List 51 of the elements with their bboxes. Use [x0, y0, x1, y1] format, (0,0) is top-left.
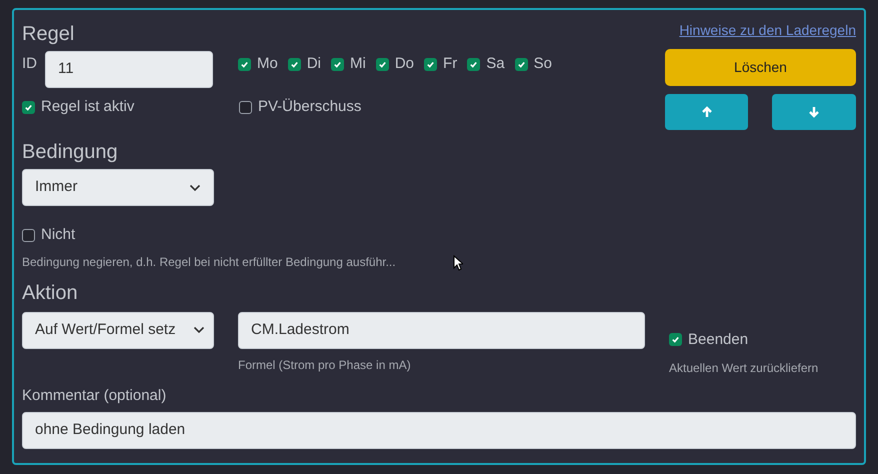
hint-text: Formel (Strom pro Phase in mA) — [238, 356, 412, 374]
checkbox-label: Nicht — [41, 225, 76, 245]
id-field[interactable]: 11 — [45, 51, 213, 88]
checkbox-label: Fr — [443, 54, 458, 74]
section-title: Aktion — [22, 280, 79, 306]
section-title: Regel — [22, 22, 76, 47]
checkmark-icon — [24, 102, 33, 112]
checkbox[interactable] — [669, 333, 682, 346]
condition-select[interactable]: Immer — [22, 169, 214, 206]
checkmark-icon — [333, 60, 342, 69]
section-title: Bedingung — [22, 140, 119, 165]
hint-text: Bedingung negieren, d.h. Regel bei nicht erfüllter Bedingung ausführ... — [22, 254, 396, 270]
checkbox-label: Mo — [257, 54, 278, 74]
arrow-up-icon — [700, 106, 712, 118]
checkbox[interactable] — [467, 58, 480, 71]
chevron-icon — [189, 184, 201, 192]
checkbox-label: Regel ist aktiv — [41, 97, 134, 117]
checkbox[interactable] — [376, 58, 389, 71]
checkbox-label: Do — [394, 54, 414, 74]
arrow-down-icon — [808, 106, 820, 118]
checkbox[interactable] — [238, 58, 251, 71]
checkmark-icon — [378, 60, 387, 69]
checkbox-label: Di — [306, 54, 322, 74]
hint-text: Aktuellen Wert zurückliefern — [669, 360, 818, 377]
formula-field[interactable]: CM.Ladestrom — [238, 312, 645, 348]
chevron-icon — [193, 326, 205, 334]
checkmark-icon — [671, 335, 680, 344]
comment-field[interactable]: ohne Bedingung laden — [22, 412, 856, 448]
checkbox-label: Beenden — [688, 330, 748, 350]
checkbox[interactable] — [288, 58, 301, 71]
id-label: ID — [22, 54, 37, 74]
checkbox[interactable] — [331, 58, 344, 71]
checkbox[interactable] — [424, 58, 438, 71]
checkbox[interactable] — [239, 100, 252, 114]
checkbox-label: So — [534, 54, 552, 74]
checkmark-icon — [516, 60, 526, 69]
checkbox-label: PV-Überschuss — [258, 97, 362, 117]
checkbox[interactable] — [22, 100, 35, 114]
checkbox-label: Mi — [350, 54, 366, 74]
checkmark-icon — [426, 60, 436, 69]
delete-button[interactable]: Löschen — [665, 49, 856, 86]
comment-label: Kommentar (optional) — [22, 386, 168, 406]
action-select[interactable]: Auf Wert/Formel setz — [22, 312, 214, 348]
checkbox[interactable] — [514, 58, 528, 71]
checkmark-icon — [290, 60, 299, 69]
checkmark-icon — [240, 60, 249, 69]
mouse-cursor-icon — [453, 255, 463, 271]
checkbox-label: Sa — [486, 54, 505, 74]
checkbox[interactable] — [22, 228, 35, 242]
checkmark-icon — [469, 60, 478, 69]
help-link[interactable]: Hinweise zu den Laderegeln — [679, 20, 856, 40]
